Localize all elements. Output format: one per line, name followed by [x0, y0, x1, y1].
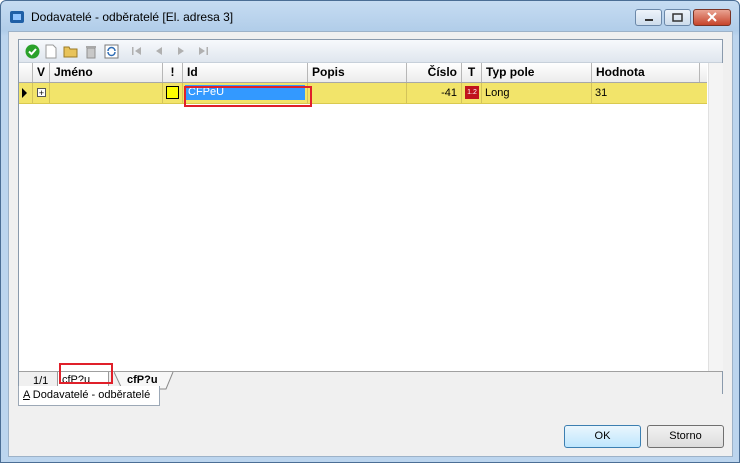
app-icon	[10, 11, 24, 23]
minimize-icon	[645, 19, 653, 21]
tab-label: Dodavatelé - odběratelé	[29, 389, 151, 401]
first-icon	[132, 47, 141, 55]
column-field-type[interactable]: Typ pole	[482, 63, 592, 82]
window-title: Dodavatelé - odběratelé [El. adresa 3]	[31, 10, 234, 24]
last-icon	[199, 47, 208, 55]
grid-panel: V Jméno ! Id Popis Číslo T Typ pole Hodn…	[18, 39, 723, 394]
tab-suppliers-customers[interactable]: A Dodavatelé - odběratelé	[18, 386, 160, 406]
delete-button[interactable]	[83, 43, 99, 59]
column-description[interactable]: Popis	[308, 63, 407, 82]
refresh-button[interactable]	[103, 43, 119, 59]
highlight-id-cell	[184, 86, 312, 107]
column-name[interactable]: Jméno	[50, 63, 163, 82]
row-indicator-header	[19, 63, 33, 82]
dialog-window: Dodavatelé - odběratelé [El. adresa 3] V…	[0, 0, 740, 463]
previous-record-button[interactable]	[151, 43, 167, 59]
value-cell[interactable]: 31	[592, 83, 700, 103]
name-cell[interactable]	[50, 83, 163, 103]
type-badge: 1.2	[465, 86, 479, 99]
column-type-flag[interactable]: T	[462, 63, 482, 82]
field-type-cell[interactable]: Long	[482, 83, 592, 103]
cancel-button[interactable]: Storno	[647, 425, 724, 448]
flag-cell[interactable]	[163, 83, 183, 103]
confirm-icon	[25, 44, 39, 58]
table-row[interactable]: + CFPeU -41 1.2 Long 31	[19, 83, 707, 104]
title-bar: Dodavatelé - odběratelé [El. adresa 3]	[1, 1, 739, 31]
row-pointer	[19, 83, 33, 103]
highlight-active-tab	[59, 363, 113, 384]
close-icon	[707, 12, 717, 22]
column-id[interactable]: Id	[183, 63, 308, 82]
number-cell[interactable]: -41	[407, 83, 462, 103]
minimize-button[interactable]	[635, 9, 662, 26]
next-icon	[178, 47, 184, 55]
column-value[interactable]: Hodnota	[592, 63, 700, 82]
open-icon	[63, 46, 78, 58]
confirm-button[interactable]	[24, 43, 40, 59]
delete-icon	[86, 45, 96, 58]
row-pointer-icon	[22, 88, 27, 98]
ok-button[interactable]: OK	[564, 425, 641, 448]
prev-icon	[156, 47, 162, 55]
last-record-button[interactable]	[195, 43, 211, 59]
first-record-button[interactable]	[129, 43, 145, 59]
new-button[interactable]	[43, 43, 59, 59]
vertical-scrollbar[interactable]	[708, 63, 723, 371]
next-record-button[interactable]	[173, 43, 189, 59]
column-v[interactable]: V	[33, 63, 50, 82]
close-button[interactable]	[693, 9, 731, 26]
new-icon	[45, 44, 57, 58]
maximize-button[interactable]	[664, 9, 691, 26]
tab-hotkey: A	[23, 389, 30, 401]
open-button[interactable]	[63, 43, 79, 59]
column-exclamation[interactable]: !	[163, 63, 183, 82]
refresh-icon	[104, 44, 118, 58]
column-number[interactable]: Číslo	[407, 63, 462, 82]
expand-cell[interactable]: +	[33, 83, 50, 103]
tab-other-label: cfP?u	[127, 374, 158, 386]
description-cell[interactable]	[308, 83, 407, 103]
type-flag-cell[interactable]: 1.2	[462, 83, 482, 103]
maximize-icon	[672, 13, 683, 22]
flag-square	[166, 86, 179, 99]
grid-toolbar	[19, 40, 722, 63]
dialog-body: V Jméno ! Id Popis Číslo T Typ pole Hodn…	[8, 31, 733, 457]
expand-icon[interactable]: +	[37, 88, 46, 98]
grid-header: V Jméno ! Id Popis Číslo T Typ pole Hodn…	[19, 63, 707, 83]
